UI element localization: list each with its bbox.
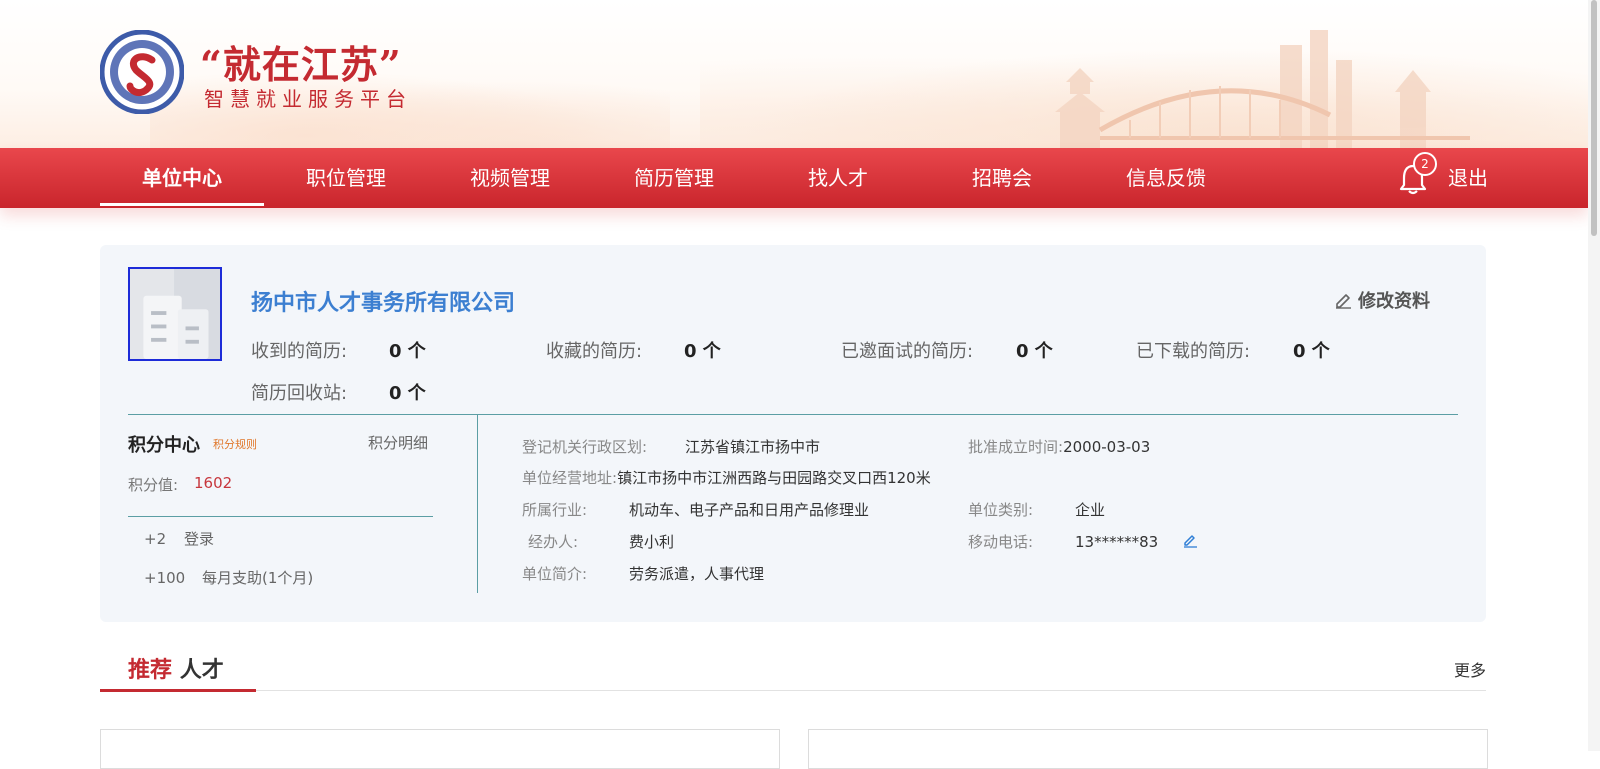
bridge-skyline-illustration [1055,30,1470,148]
info-type: 单位类别: 企业 [968,501,1106,519]
talent-card[interactable] [100,729,780,769]
divider [128,414,1458,415]
stat-value: 0 个 [1293,341,1330,362]
scrollbar-thumb[interactable] [1591,0,1597,236]
points-record: +100 每月支助(1个月) [144,569,314,587]
more-link[interactable]: 更多 [1454,657,1486,681]
recommend-title: 推荐 人才 [128,658,224,683]
page-scrollbar[interactable] [1588,0,1600,751]
recommend-title-underline [100,689,256,692]
company-panel: 扬中市人才事务所有限公司 修改资料 收到的简历: 0 个 收藏的简历: 0 个 … [100,245,1486,622]
info-founded: 批准成立时间:2000-03-03 [968,438,1151,456]
points-value: 1602 [194,474,233,492]
edit-profile-button[interactable]: 修改资料 [1334,287,1430,313]
company-avatar-icon [128,267,222,361]
edit-phone-icon[interactable] [1182,532,1198,548]
nav-video-management[interactable]: 视频管理 [428,148,592,208]
points-rule-link[interactable]: 积分规则 [213,436,257,452]
points-center-title: 积分中心 [128,435,200,456]
talent-card[interactable] [808,729,1488,769]
info-contact: 经办人: 费小利 [528,533,675,551]
stat-interview-resumes[interactable]: 已邀面试的简历: 0 个 [841,337,1053,363]
stat-value: 0 个 [684,341,721,362]
divider [128,516,433,517]
header-banner: “就在江苏” 智慧就业服务平台 [0,0,1588,148]
pencil-icon [1336,294,1351,309]
edit-profile-label: 修改资料 [1358,291,1430,312]
notification-badge: 2 [1413,152,1437,176]
stat-value: 0 个 [389,341,426,362]
logout-button[interactable]: 退出 [1448,148,1488,208]
points-value-label: 积分值: [128,476,179,494]
main-nav: 单位中心 职位管理 视频管理 简历管理 找人才 招聘会 信息反馈 退出 [0,148,1588,208]
company-name: 扬中市人才事务所有限公司 [251,291,516,316]
points-detail-link[interactable]: 积分明细 [368,432,428,453]
info-address: 单位经营地址:镇江市扬中市江洲西路与田园路交叉口西120米 [522,469,931,487]
slogan-title: “就在江苏” [200,42,402,87]
nav-feedback[interactable]: 信息反馈 [1084,148,1248,208]
nav-job-management[interactable]: 职位管理 [264,148,428,208]
stat-favorited-resumes[interactable]: 收藏的简历: 0 个 [546,337,721,363]
slogan-subtitle: 智慧就业服务平台 [204,87,412,111]
info-industry: 所属行业: 机动车、电子产品和日用产品修理业 [522,501,870,519]
nav-company-center[interactable]: 单位中心 [100,148,264,208]
nav-job-fair[interactable]: 招聘会 [920,148,1084,208]
stat-value: 0 个 [1016,341,1053,362]
stat-resume-recycle-bin[interactable]: 简历回收站: 0 个 [251,379,426,405]
nav-resume-management[interactable]: 简历管理 [592,148,756,208]
stat-received-resumes[interactable]: 收到的简历: 0 个 [251,337,426,363]
info-intro: 单位简介: 劳务派遣，人事代理 [522,565,765,583]
stat-value: 0 个 [389,383,426,404]
nav-find-talent[interactable]: 找人才 [756,148,920,208]
stat-downloaded-resumes[interactable]: 已下载的简历: 0 个 [1136,337,1330,363]
info-phone: 移动电话: 13******83 [968,533,1159,551]
jiangsu-hr-logo [100,30,184,114]
divider [477,415,478,593]
points-record: +2 登录 [144,530,215,548]
divider [100,690,1486,691]
info-region: 登记机关行政区划: 江苏省镇江市扬中市 [522,438,821,456]
